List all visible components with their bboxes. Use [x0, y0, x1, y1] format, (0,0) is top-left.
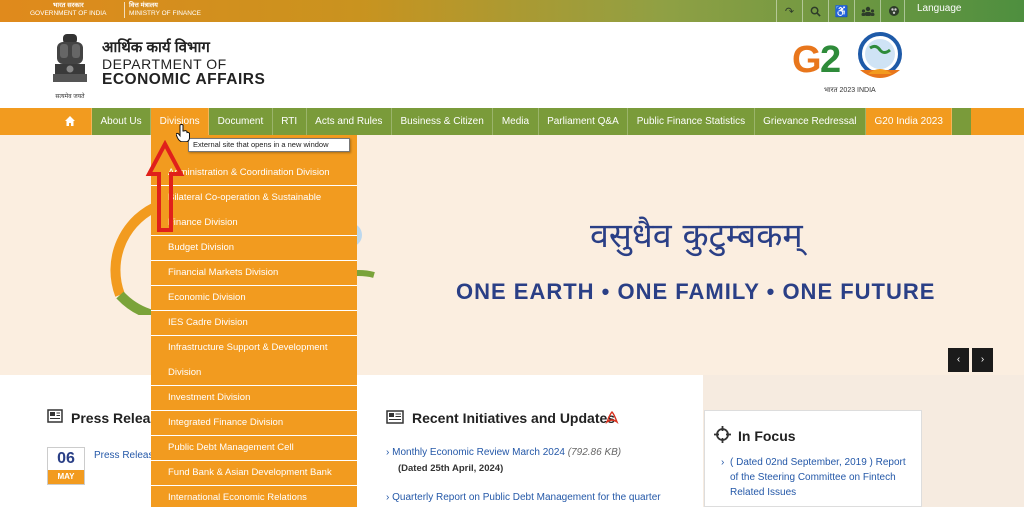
sitemap-icon[interactable] — [854, 0, 880, 22]
nav-document[interactable]: Document — [209, 108, 273, 135]
dropdown-item[interactable]: IES Cadre Division — [151, 310, 357, 336]
nav-acts-rules[interactable]: Acts and Rules — [307, 108, 392, 135]
dept-name-hindi[interactable]: आर्थिक कार्य विभाग — [102, 37, 210, 57]
in-focus-link[interactable]: › ( Dated 02nd September, 2019 ) Report … — [721, 455, 915, 500]
press-date-box: 06 MAY — [47, 447, 85, 485]
g20-subtitle: भारत 2023 INDIA — [824, 87, 876, 94]
ministry-label[interactable]: वित्त मंत्रालय MINISTRY OF FINANCE — [124, 2, 201, 18]
dept-name-line2[interactable]: ECONOMIC AFFAIRS — [102, 71, 265, 89]
nav-rti[interactable]: RTI — [273, 108, 307, 135]
slider-next-button[interactable]: › — [972, 348, 993, 372]
pdf-icon[interactable] — [605, 410, 619, 424]
crosshair-icon — [714, 426, 731, 443]
dept-name-line1[interactable]: DEPARTMENT OF — [102, 56, 227, 72]
initiative-link[interactable]: Monthly Economic Review March 2024 — [392, 447, 565, 458]
initiative-size: (792.86 KB) — [567, 447, 622, 458]
press-date-month: MAY — [48, 470, 84, 484]
dropdown-item[interactable]: Economic Division — [151, 285, 357, 311]
svg-text:2: 2 — [820, 39, 841, 81]
nav-about-us[interactable]: About Us — [92, 108, 152, 135]
dropdown-item[interactable]: Investment Division — [151, 385, 357, 411]
banner-english-text: ONE EARTH • ONE FAMILY • ONE FUTURE — [456, 279, 936, 304]
accessibility-icon[interactable]: ♿ — [828, 0, 854, 22]
chevron-right-icon: › — [386, 492, 390, 503]
dropdown-item[interactable]: Financial Markets Division — [151, 260, 357, 286]
initiative-item[interactable]: › Quarterly Report on Public Debt Manage… — [386, 492, 661, 503]
dropdown-item[interactable]: Public Debt Management Cell — [151, 435, 357, 461]
gov-india-label[interactable]: भारत सरकार GOVERNMENT OF INDIA — [30, 2, 106, 18]
toolbar-icons: ↷ ♿ — [776, 0, 906, 22]
in-focus-text[interactable]: ( Dated 02nd September, 2019 ) Report of… — [730, 457, 906, 498]
nav-media[interactable]: Media — [493, 108, 539, 135]
language-selector[interactable]: Language — [904, 0, 1024, 22]
initiative-link[interactable]: Quarterly Report on Public Debt Manageme… — [392, 492, 660, 503]
recent-initiatives-title: Recent Initiatives and Updates — [412, 410, 616, 426]
min-hi: वित्त मंत्रालय — [129, 2, 158, 9]
newspaper-icon — [386, 410, 404, 424]
emblem-caption: सत्यमेव जयते — [55, 94, 85, 100]
initiative-item[interactable]: › Monthly Economic Review March 2024 (79… — [386, 447, 621, 458]
dropdown-item[interactable]: Fund Bank & Asian Development Bank — [151, 460, 357, 486]
nav-g20-india[interactable]: G20 India 2023 — [866, 108, 953, 135]
press-release-link[interactable]: Press Release — [94, 450, 159, 461]
chevron-right-icon: › — [721, 457, 725, 468]
hand-cursor-icon — [176, 124, 190, 142]
main-nav: About Us Divisions Document RTI Acts and… — [0, 108, 1024, 135]
min-en: MINISTRY OF FINANCE — [129, 10, 201, 17]
initiative-date: (Dated 25th April, 2024) — [398, 463, 504, 474]
nav-business-citizen[interactable]: Business & Citizen — [392, 108, 494, 135]
chevron-right-icon: › — [386, 447, 390, 458]
dropdown-item[interactable]: Budget Division — [151, 235, 357, 261]
dropdown-item[interactable]: International Economic Relations — [151, 485, 357, 507]
newspaper-icon — [47, 409, 63, 423]
national-emblem-icon[interactable] — [48, 28, 92, 100]
dropdown-item[interactable]: Infrastructure Support & Development — [151, 335, 357, 360]
nav-public-finance-statistics[interactable]: Public Finance Statistics — [628, 108, 755, 135]
skip-icon[interactable]: ↷ — [776, 0, 802, 22]
dropdown-item[interactable]: Integrated Finance Division — [151, 410, 357, 436]
in-focus-title: In Focus — [738, 428, 796, 444]
slider-prev-button[interactable]: ‹ — [948, 348, 969, 372]
nav-parliament-qa[interactable]: Parliament Q&A — [539, 108, 629, 135]
svg-text:G: G — [792, 39, 822, 81]
top-bar: भारत सरकार GOVERNMENT OF INDIA वित्त मंत… — [0, 0, 1024, 22]
press-date-day: 06 — [57, 450, 75, 467]
dropdown-item[interactable]: Division — [151, 360, 357, 386]
contrast-icon[interactable] — [880, 0, 906, 22]
banner-hindi-text: वसुधैव कुटुम्बकम् — [590, 216, 803, 256]
home-icon[interactable] — [48, 108, 92, 135]
tooltip: External site that opens in a new window — [188, 138, 350, 152]
search-icon[interactable] — [802, 0, 828, 22]
gov-hi: भारत सरकार — [52, 2, 84, 9]
gov-en: GOVERNMENT OF INDIA — [30, 10, 107, 17]
nav-grievance-redressal[interactable]: Grievance Redressal — [755, 108, 867, 135]
red-arrow-annotation-icon — [145, 140, 185, 232]
